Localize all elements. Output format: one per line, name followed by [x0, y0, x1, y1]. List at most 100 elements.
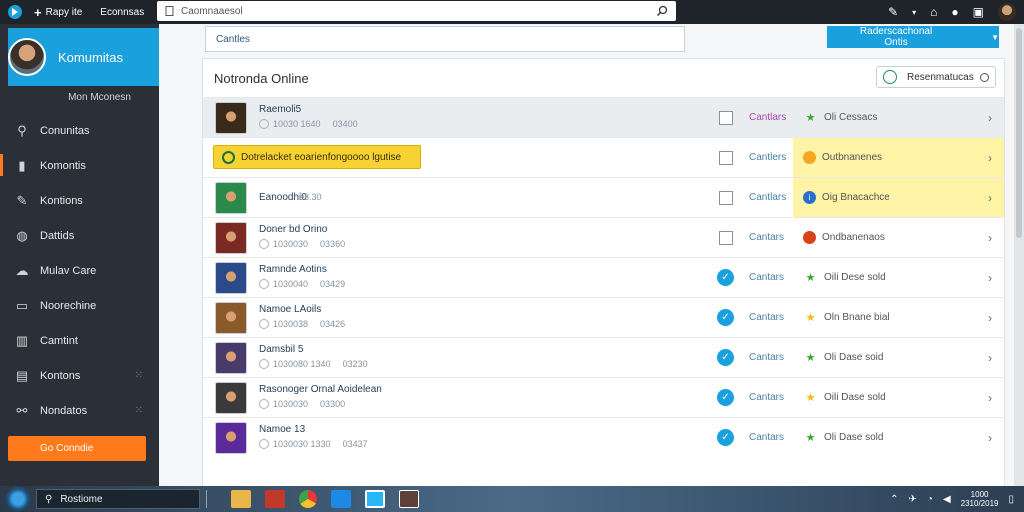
browser-icon[interactable]	[299, 490, 317, 508]
checked-icon[interactable]: ✓	[717, 389, 734, 406]
item-thumbnail[interactable]	[215, 221, 247, 254]
list-item[interactable]: Ramnde Aotins 1030040 03429 ✓ Cantars ★ Oil…	[203, 257, 1004, 297]
checkbox[interactable]	[719, 190, 733, 205]
avatar[interactable]	[998, 3, 1016, 21]
item-thumbnail[interactable]	[215, 101, 247, 134]
row-action-link[interactable]: Cantars	[749, 392, 784, 403]
media-icon[interactable]	[265, 490, 285, 508]
item-name[interactable]: Ramnde Aotins	[259, 264, 327, 275]
extensions-icon[interactable]: ⌂	[930, 5, 937, 19]
sidebar-item[interactable]: ▤ Kontons ⁙	[0, 358, 159, 393]
chevron-right-icon[interactable]: ›	[988, 191, 992, 205]
alert-banner[interactable]: Dotrelacket eoarienfongoooo lgutise	[213, 145, 421, 169]
row-action-link[interactable]: Cantlers	[749, 152, 786, 163]
row-status: ★ Oili Dase sold	[793, 378, 1004, 417]
search-icon[interactable]	[656, 5, 668, 17]
sidebar-item[interactable]: ▭ Noorechine	[0, 288, 159, 323]
list-item[interactable]: Dotrelacket eoarienfongoooo lgutise Cant…	[203, 137, 1004, 177]
account-icon[interactable]: ●	[951, 5, 958, 19]
taskbar-search[interactable]: ⚲ Rostiome	[36, 489, 200, 509]
row-action-link[interactable]: Cantars	[749, 272, 784, 283]
sidebar-item[interactable]: ▮ Komontis	[0, 148, 159, 183]
avatar[interactable]	[8, 38, 46, 76]
chevron-right-icon[interactable]: ›	[988, 391, 992, 405]
list-item[interactable]: Eanoodhi0 03.30 Cantlars i Oig Bnacachce …	[203, 177, 1004, 217]
folder-icon[interactable]	[231, 490, 251, 508]
item-name[interactable]: Namoe LAoils	[259, 304, 321, 315]
address-bar[interactable]	[157, 1, 676, 21]
game-icon[interactable]	[399, 490, 419, 508]
chevron-down-icon[interactable]: ▾	[912, 8, 916, 17]
window-icon[interactable]: ▣	[973, 5, 984, 19]
chevron-up-icon[interactable]: ⌃	[890, 494, 898, 505]
store-icon[interactable]	[331, 490, 351, 508]
item-name[interactable]: Doner bd Orino	[259, 224, 327, 235]
sidebar-item[interactable]: ◍ Dattids	[0, 218, 159, 253]
chevron-right-icon[interactable]: ›	[988, 311, 992, 325]
sidebar-item[interactable]: ☁ Mulav Care	[0, 253, 159, 288]
meta-value: 1030030 1330	[273, 439, 331, 449]
row-action-link[interactable]: Cantars	[749, 432, 784, 443]
filter-field[interactable]: Cantles	[205, 26, 685, 52]
check-app-icon[interactable]	[365, 490, 385, 508]
status-dropdown[interactable]: Resenmatucas	[876, 66, 996, 88]
sidebar-item[interactable]: ▥ Camtint	[0, 323, 159, 358]
item-name[interactable]: Damsbil 5	[259, 344, 303, 355]
checked-icon[interactable]: ✓	[717, 309, 734, 326]
checkbox[interactable]	[719, 230, 733, 245]
wifi-icon[interactable]: ◔	[927, 494, 933, 505]
expand-icon[interactable]: ⁙	[135, 370, 143, 381]
clock[interactable]: 1000 2310/2019	[961, 490, 999, 508]
list-item[interactable]: Namoe LAoils 1030038 03426 ✓ Cantars ★ Oln …	[203, 297, 1004, 337]
item-name[interactable]: Namoe 13	[259, 424, 305, 435]
row-action-link[interactable]: Cantlars	[749, 192, 786, 203]
chevron-right-icon[interactable]: ›	[988, 351, 992, 365]
row-action-link[interactable]: Cantars	[749, 352, 784, 363]
item-name[interactable]: Rasonoger Ornal Aoidelean	[259, 384, 382, 395]
go-button[interactable]: Go Conndie	[8, 436, 146, 461]
item-thumbnail[interactable]	[215, 421, 247, 454]
start-button[interactable]	[6, 487, 30, 511]
expand-icon[interactable]: ⁙	[135, 405, 143, 416]
primary-action-button[interactable]: Raderscachonal Ontis ▼	[827, 26, 999, 48]
chevron-right-icon[interactable]: ›	[988, 111, 992, 125]
sidebar-item[interactable]: ✎ Kontions	[0, 183, 159, 218]
section-link[interactable]: Econnsas	[100, 7, 144, 18]
sidebar-item[interactable]: ⚯ Nondatos ⁙	[0, 393, 159, 428]
list-item[interactable]: Namoe 13 1030030 1330 03437 ✓ Cantars ★ Oli…	[203, 417, 1004, 457]
sidebar-item[interactable]: ⚲ Conunitas	[0, 113, 159, 148]
address-input[interactable]	[181, 5, 656, 17]
item-thumbnail[interactable]	[215, 181, 247, 214]
checked-icon[interactable]: ✓	[717, 269, 734, 286]
taskbar-search-text: Rostiome	[60, 493, 103, 505]
app-logo-icon[interactable]	[4, 1, 26, 23]
list-item[interactable]: Damsbil 5 1030080 1340 03230 ✓ Cantars ★ Ol…	[203, 337, 1004, 377]
sidebar-header[interactable]: Komumitas	[0, 28, 167, 86]
volume-icon[interactable]: ◀	[943, 494, 951, 505]
list-item[interactable]: Doner bd Orino 1030030 03360 Cantars Ondba…	[203, 217, 1004, 257]
checked-icon[interactable]: ✓	[717, 349, 734, 366]
chevron-right-icon[interactable]: ›	[988, 431, 992, 445]
chevron-right-icon[interactable]: ›	[988, 271, 992, 285]
item-thumbnail[interactable]	[215, 381, 247, 414]
item-thumbnail[interactable]	[215, 301, 247, 334]
chevron-right-icon[interactable]: ›	[988, 231, 992, 245]
checkbox[interactable]	[719, 150, 733, 165]
network-icon[interactable]: ✈	[909, 494, 917, 505]
checked-icon[interactable]: ✓	[717, 429, 734, 446]
scrollbar[interactable]	[1014, 24, 1024, 486]
item-thumbnail[interactable]	[215, 341, 247, 374]
notifications-icon[interactable]: ▯	[1008, 494, 1014, 505]
list-item[interactable]: Rasonoger Ornal Aoidelean 1030030 03300 ✓ C…	[203, 377, 1004, 417]
checkbox[interactable]	[719, 110, 733, 125]
new-tab-button[interactable]: + Rapy ite	[34, 5, 82, 20]
item-name[interactable]: Raemoli5	[259, 104, 301, 115]
chevron-right-icon[interactable]: ›	[988, 151, 992, 165]
scrollbar-thumb[interactable]	[1016, 28, 1022, 238]
item-thumbnail[interactable]	[215, 261, 247, 294]
wand-icon[interactable]: ✎	[888, 5, 898, 19]
row-action-link[interactable]: Cantars	[749, 232, 784, 243]
list-item[interactable]: Raemoli5 10030 1640 03400 Cantlars ★ Oli C…	[203, 97, 1004, 137]
row-action-link[interactable]: Cantars	[749, 312, 784, 323]
row-action-link[interactable]: Cantlars	[749, 112, 786, 123]
